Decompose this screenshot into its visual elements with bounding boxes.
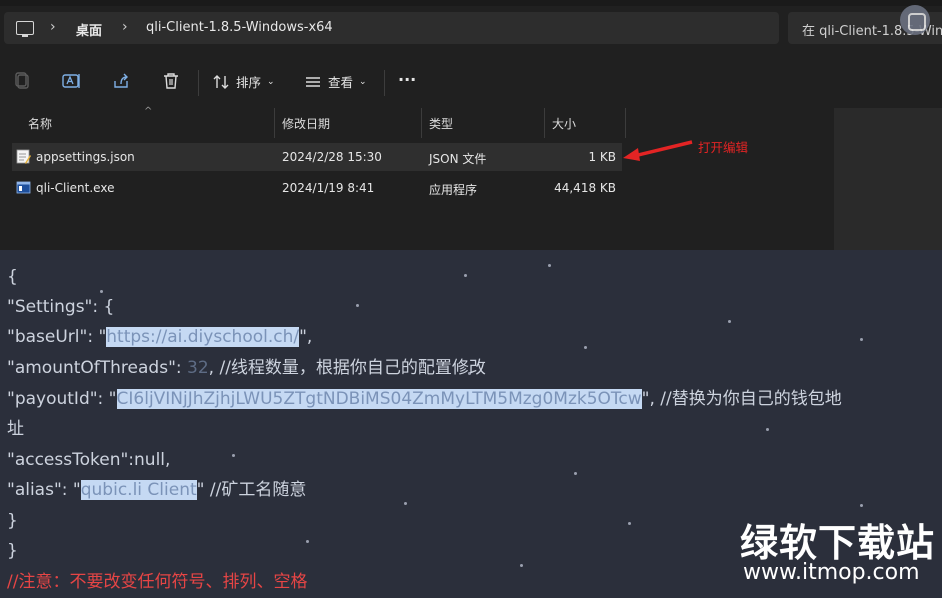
breadcrumb-folder[interactable]: qli-Client-1.8.5-Windows-x64	[146, 20, 333, 35]
file-name: qli-Client.exe	[36, 181, 115, 195]
chevron-down-icon: ⌄	[359, 76, 367, 87]
column-type[interactable]: 类型	[423, 108, 545, 138]
annotation-label: 打开编辑	[698, 140, 749, 155]
code-warning-comment: //注意：不要改变任何符号、排列、空格	[7, 572, 308, 592]
code-line: "accessToken":null,	[7, 450, 171, 470]
address-bar[interactable]: › 桌面 › qli-Client-1.8.5-Windows-x64	[4, 12, 779, 44]
rename-button[interactable]	[62, 72, 82, 90]
sort-icon	[213, 74, 229, 89]
code-comment: ", //替换为你自己的钱包地	[641, 389, 842, 409]
star-dot	[766, 428, 769, 431]
view-label: 查看	[328, 75, 354, 90]
star-dot	[728, 320, 731, 323]
star-dot	[860, 338, 863, 341]
red-arrow-icon	[623, 140, 693, 161]
code-value-highlighted: qubic.li Client	[80, 480, 197, 500]
file-date: 2024/1/19 8:41	[282, 181, 375, 195]
chevron-down-icon: ⌄	[267, 76, 275, 87]
star-dot	[356, 304, 359, 307]
watermark-url: www.itmop.com	[743, 560, 920, 585]
sort-label: 排序	[236, 75, 262, 90]
star-dot	[232, 454, 235, 457]
code-line: }	[7, 511, 18, 531]
file-type: JSON 文件	[429, 152, 487, 166]
file-date: 2024/2/28 15:30	[282, 150, 382, 164]
code-key: "payoutId": "	[7, 389, 117, 409]
copy-icon	[15, 72, 29, 89]
toolbar-divider	[384, 70, 385, 96]
star-dot	[100, 290, 103, 293]
star-dot	[464, 274, 467, 277]
code-comment: " //矿工名随意	[196, 480, 307, 500]
star-dot	[584, 346, 587, 349]
code-line: "Settings": {	[7, 297, 115, 317]
code-key: "alias": "	[7, 480, 81, 500]
details-pane	[834, 108, 942, 250]
file-explorer-window: › 桌面 › qli-Client-1.8.5-Windows-x64 在 ql…	[0, 0, 942, 250]
column-date[interactable]: 修改日期	[276, 108, 422, 138]
copy-button[interactable]	[14, 72, 32, 90]
breadcrumb-desktop[interactable]: 桌面	[76, 20, 102, 39]
code-value-number: 32	[187, 358, 209, 378]
share-icon	[114, 73, 128, 88]
trash-icon	[164, 73, 178, 89]
star-dot	[548, 264, 551, 267]
star-dot	[860, 504, 863, 507]
column-name[interactable]: 名称	[22, 108, 275, 138]
column-header-row: ^ 名称 修改日期 类型 大小	[0, 106, 834, 138]
title-strip	[0, 0, 942, 6]
file-row-appsettings[interactable]: appsettings.json 2024/2/28 15:30 JSON 文件…	[12, 143, 622, 171]
file-size: 44,418 KB	[554, 181, 616, 195]
star-dot	[404, 502, 407, 505]
star-dot	[306, 540, 309, 543]
star-dot	[520, 564, 523, 567]
toolbar-divider	[198, 70, 199, 96]
more-options-button[interactable]: ···	[398, 70, 416, 89]
code-value-highlighted: CI6ljVINjJhZjhjLWU5ZTgtNDBiMS04ZmMyLTM5M…	[116, 389, 642, 409]
file-type: 应用程序	[429, 183, 478, 197]
chevron-right-icon: ›	[122, 19, 128, 35]
share-button[interactable]	[112, 72, 130, 90]
code-comment: , //线程数量，根据你自己的配置修改	[208, 358, 486, 378]
code-key: "baseUrl": "	[7, 327, 107, 347]
code-key: "amountOfThreads":	[7, 358, 188, 378]
rename-icon	[62, 74, 80, 88]
code-line-baseurl: "baseUrl": "https://ai.diyschool.ch/",	[7, 322, 312, 353]
exe-file-icon	[16, 181, 31, 194]
code-line: 址	[7, 419, 24, 439]
code-punct: ",	[299, 327, 313, 347]
search-badge-icon	[900, 5, 930, 35]
code-line-threads: "amountOfThreads": 32, //线程数量，根据你自己的配置修改	[7, 353, 486, 384]
code-line: {	[7, 267, 18, 287]
star-dot	[574, 472, 577, 475]
toolbar: 排序 ⌄ 查看 ⌄ ···	[0, 58, 942, 104]
star-dot	[468, 372, 471, 375]
monitor-icon	[16, 21, 34, 37]
watermark-logo: 绿软下载站	[740, 521, 936, 565]
file-name: appsettings.json	[36, 150, 135, 164]
json-file-icon	[16, 149, 31, 164]
chevron-right-icon: ›	[50, 19, 56, 35]
view-button[interactable]: 查看 ⌄	[304, 72, 367, 91]
sort-button[interactable]: 排序 ⌄	[212, 72, 275, 91]
file-row-client-exe[interactable]: qli-Client.exe 2024/1/19 8:41 应用程序 44,41…	[12, 174, 622, 202]
code-line-payout: "payoutId": "CI6ljVINjJhZjhjLWU5ZTgtNDBi…	[7, 384, 842, 415]
code-value-highlighted: https://ai.diyschool.ch/	[106, 327, 300, 347]
delete-button[interactable]	[162, 72, 180, 90]
column-size[interactable]: 大小	[546, 108, 626, 138]
code-line: }	[7, 541, 18, 561]
code-line-alias: "alias": "qubic.li Client" //矿工名随意	[7, 475, 306, 506]
file-size: 1 KB	[588, 150, 616, 164]
view-icon	[306, 76, 320, 87]
star-dot	[628, 522, 631, 525]
